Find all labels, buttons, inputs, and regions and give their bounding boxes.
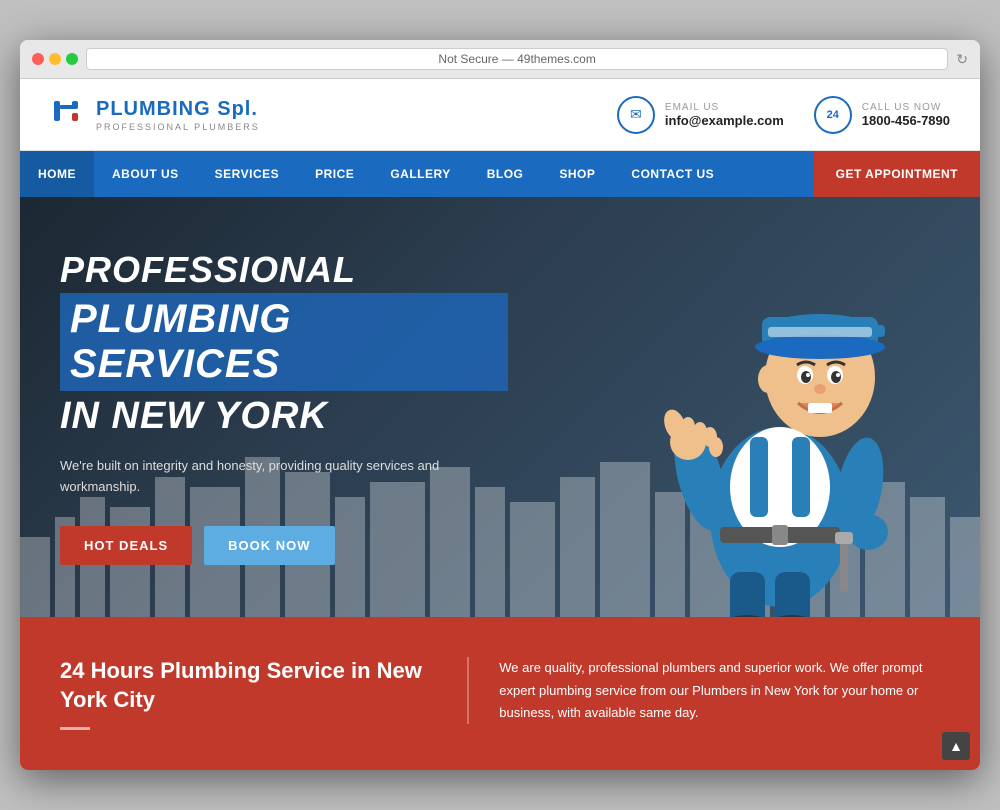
hero-title-line2: PLUMBING SERVICES (60, 293, 508, 391)
hero-title-line1: PROFESSIONAL (60, 250, 508, 290)
bottom-left: 24 Hours Plumbing Service in New York Ci… (60, 657, 427, 729)
phone-info: CALL US NOW 1800-456-7890 (862, 102, 950, 128)
bottom-section: 24 Hours Plumbing Service in New York Ci… (20, 617, 980, 769)
hero-buttons: HOT DEALS BOOK NOW (60, 526, 508, 565)
logo-icon (50, 93, 86, 136)
nav-shop[interactable]: SHOP (541, 151, 613, 197)
logo-text: PLUMBING Spl. PROFESSIONAL PLUMBERS (96, 98, 260, 132)
site-nav: HOME ABOUT US SERVICES PRICE GALLERY BLO… (20, 151, 980, 197)
logo-main-word: PLUMBING (96, 98, 211, 120)
nav-blog[interactable]: BLOG (469, 151, 542, 197)
hero-description: We're built on integrity and honesty, pr… (60, 456, 440, 498)
email-info: EMAIL US info@example.com (665, 102, 784, 128)
phone-icon: 24 (814, 96, 852, 134)
email-value: info@example.com (665, 113, 784, 128)
logo-area: PLUMBING Spl. PROFESSIONAL PLUMBERS (50, 93, 260, 136)
nav-price[interactable]: PRICE (297, 151, 372, 197)
browser-window: Not Secure — 49themes.com ↻ PLUMBING Spl… (20, 40, 980, 769)
logo-brand: PLUMBING Spl. (96, 98, 260, 121)
browser-chrome: Not Secure — 49themes.com ↻ (20, 40, 980, 79)
bottom-divider (60, 727, 90, 730)
hero-title-line3: IN NEW YORK (60, 395, 508, 438)
scroll-up-button[interactable]: ▲ (942, 732, 970, 760)
phone-24: 24 (827, 109, 839, 121)
nav-items: HOME ABOUT US SERVICES PRICE GALLERY BLO… (20, 151, 814, 197)
nav-gallery[interactable]: GALLERY (372, 151, 468, 197)
window-controls (32, 53, 78, 65)
site-header: PLUMBING Spl. PROFESSIONAL PLUMBERS ✉ EM… (20, 79, 980, 151)
header-contacts: ✉ EMAIL US info@example.com 24 CALL US N… (617, 96, 950, 134)
hero-content: PROFESSIONAL PLUMBING SERVICES IN NEW YO… (20, 200, 548, 615)
logo-sub: PROFESSIONAL PLUMBERS (96, 122, 260, 132)
hero-section: PROFESSIONAL PLUMBING SERVICES IN NEW YO… (20, 197, 980, 617)
phone-label: CALL US NOW (862, 102, 950, 113)
bottom-description: We are quality, professional plumbers an… (467, 657, 940, 723)
nav-contact[interactable]: CONTACT US (613, 151, 732, 197)
email-icon: ✉ (617, 96, 655, 134)
nav-services[interactable]: SERVICES (197, 151, 297, 197)
phone-contact: 24 CALL US NOW 1800-456-7890 (814, 96, 950, 134)
nav-about[interactable]: ABOUT US (94, 151, 197, 197)
address-bar[interactable]: Not Secure — 49themes.com (86, 48, 948, 70)
logo-accent: Spl. (217, 98, 258, 120)
nav-appointment[interactable]: GET APPOINTMENT (814, 151, 980, 197)
maximize-dot[interactable] (66, 53, 78, 65)
bottom-title: 24 Hours Plumbing Service in New York Ci… (60, 657, 427, 714)
close-dot[interactable] (32, 53, 44, 65)
phone-value: 1800-456-7890 (862, 113, 950, 128)
minimize-dot[interactable] (49, 53, 61, 65)
hot-deals-button[interactable]: HOT DEALS (60, 526, 192, 565)
nav-home[interactable]: HOME (20, 151, 94, 197)
reload-icon[interactable]: ↻ (956, 51, 968, 68)
plumber-illustration (620, 217, 940, 617)
book-now-button[interactable]: BOOK NOW (204, 526, 334, 565)
email-contact: ✉ EMAIL US info@example.com (617, 96, 784, 134)
email-label: EMAIL US (665, 102, 784, 113)
